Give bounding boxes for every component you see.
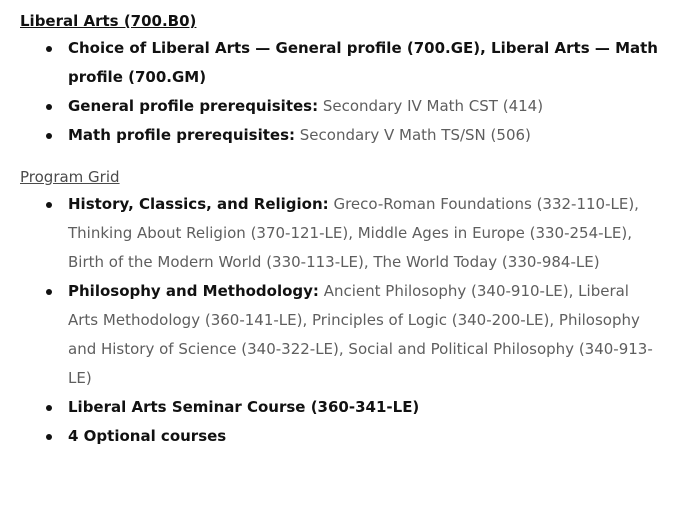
list-item-math-prereq: Math profile prerequisites: Secondary V … xyxy=(20,121,660,150)
section-title-program-grid: Program Grid xyxy=(20,168,120,186)
list-item-optional: 4 Optional courses xyxy=(20,422,660,451)
list-item-profile-choice: Choice of Liberal Arts — General profile… xyxy=(20,34,660,92)
list-item-text: Secondary IV Math CST (414) xyxy=(318,97,544,115)
list-item-label: Choice of Liberal Arts — General profile… xyxy=(68,39,658,86)
list-item-label: General profile prerequisites: xyxy=(68,97,319,115)
list-item-label: Liberal Arts Seminar Course (360-341-LE) xyxy=(68,398,420,416)
list-item-label: Math profile prerequisites: xyxy=(68,126,295,144)
list-item-label: History, Classics, and Religion: xyxy=(68,195,329,213)
section-program-grid: Program Grid History, Classics, and Reli… xyxy=(20,150,660,451)
list-item-text: Secondary V Math TS/SN (506) xyxy=(295,126,531,144)
program-grid-list: History, Classics, and Religion: Greco-R… xyxy=(20,190,660,451)
list-item-seminar: Liberal Arts Seminar Course (360-341-LE) xyxy=(20,393,660,422)
list-item-history: History, Classics, and Religion: Greco-R… xyxy=(20,190,660,277)
list-item-label: 4 Optional courses xyxy=(68,427,227,445)
section-liberal-arts: Liberal Arts (700.B0) Choice of Liberal … xyxy=(20,8,660,150)
liberal-arts-list: Choice of Liberal Arts — General profile… xyxy=(20,34,660,150)
section-title-liberal-arts: Liberal Arts (700.B0) xyxy=(20,12,197,30)
document-content: Liberal Arts (700.B0) Choice of Liberal … xyxy=(20,8,660,451)
list-item-label: Philosophy and Methodology: xyxy=(68,282,319,300)
list-item-general-prereq: General profile prerequisites: Secondary… xyxy=(20,92,660,121)
list-item-philosophy: Philosophy and Methodology: Ancient Phil… xyxy=(20,277,660,393)
